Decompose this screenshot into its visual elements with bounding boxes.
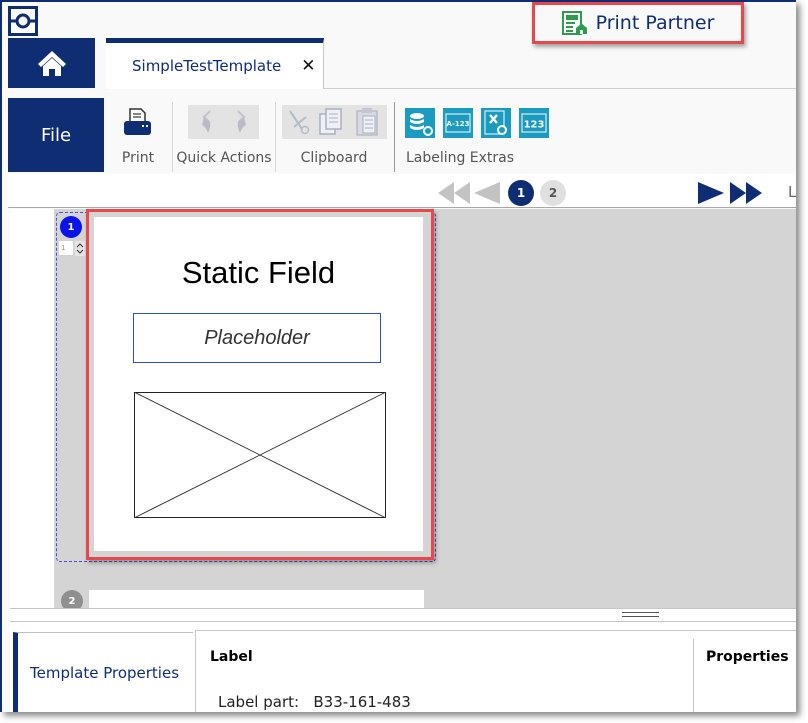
ribbon-group-labeling-extras: A-123 123 Labeling Extras — [395, 98, 549, 172]
image-placeholder[interactable] — [134, 392, 386, 518]
quick-actions-label: Quick Actions — [176, 150, 272, 166]
paste-icon[interactable] — [354, 107, 380, 137]
printer-icon — [124, 108, 151, 135]
page-1-button[interactable]: 1 — [508, 180, 534, 206]
page-2-button[interactable]: 2 — [540, 180, 566, 206]
pager-trailing-text: L — [788, 183, 796, 201]
file-menu-button[interactable]: File — [8, 98, 104, 172]
label-part-value: Label part: B33-161-483 — [218, 693, 411, 711]
design-canvas[interactable]: 1 1 Static Field Placeholder 2 — [10, 209, 796, 612]
close-tab-icon[interactable]: ✕ — [301, 56, 315, 76]
tab-title: SimpleTestTemplate — [132, 57, 282, 75]
print-partner-label: Print Partner — [595, 12, 715, 34]
sequence-icon-text: 123 — [524, 120, 545, 131]
clipboard-label: Clipboard — [300, 150, 368, 166]
bottom-panel: Template Properties Label Label part: B3… — [10, 622, 796, 712]
home-icon — [37, 51, 66, 76]
redo-icon[interactable] — [230, 109, 250, 135]
print-partner-icon — [561, 11, 587, 35]
panel-divider — [693, 639, 694, 712]
label-1[interactable]: Static Field Placeholder — [86, 209, 434, 560]
label-properties-panel: Label Label part: B33-161-483 Properties — [195, 630, 796, 712]
tab-simpletesttemplate[interactable]: SimpleTestTemplate ✕ — [106, 38, 324, 89]
quantity-input[interactable]: 1 — [59, 241, 73, 255]
tab-strip-divider — [324, 88, 796, 89]
next-page-icon[interactable] — [698, 182, 724, 204]
serialized-text-icon[interactable]: A-123 — [443, 108, 473, 138]
labeling-extras-label: Labeling Extras — [405, 150, 515, 166]
excel-connect-icon[interactable] — [481, 108, 511, 138]
splitter-grip-icon[interactable] — [622, 612, 659, 617]
ribbon-group-clipboard: Clipboard — [276, 98, 392, 172]
cut-icon[interactable] — [286, 109, 312, 135]
undo-icon[interactable] — [198, 109, 218, 135]
label-number-badge[interactable]: 1 — [60, 216, 82, 238]
print-partner-button[interactable]: Print Partner — [532, 2, 744, 44]
panel-splitter[interactable] — [10, 608, 796, 622]
copy-icon[interactable] — [318, 107, 344, 137]
ribbon-group-print[interactable]: Print — [104, 98, 172, 172]
properties-heading: Properties — [706, 649, 789, 665]
placeholder-field[interactable]: Placeholder — [133, 313, 381, 363]
label-2[interactable] — [89, 590, 424, 608]
first-page-icon[interactable] — [438, 182, 470, 204]
page-navigator: 1 2 L — [8, 174, 796, 208]
ribbon-group-quick-actions: Quick Actions — [173, 98, 275, 172]
label-heading: Label — [210, 649, 253, 665]
app-logo-icon — [8, 6, 38, 36]
app-window: Print Partner SimpleTestTemplate ✕ File … — [0, 0, 796, 712]
last-page-icon[interactable] — [730, 182, 762, 204]
ribbon: File Print Quick Actions Clipboard A-123… — [8, 98, 796, 172]
quantity-stepper[interactable] — [75, 241, 85, 256]
label-surface: Static Field Placeholder — [94, 217, 423, 551]
home-tab[interactable] — [8, 38, 95, 88]
static-field-text[interactable]: Static Field — [94, 255, 423, 291]
tab-template-properties[interactable]: Template Properties — [13, 632, 193, 712]
serialized-icon-text: A-123 — [447, 120, 470, 128]
database-connect-icon[interactable] — [405, 108, 435, 138]
previous-page-icon[interactable] — [474, 182, 500, 204]
print-label: Print — [121, 150, 155, 166]
sequence-123-icon[interactable]: 123 — [519, 108, 549, 138]
